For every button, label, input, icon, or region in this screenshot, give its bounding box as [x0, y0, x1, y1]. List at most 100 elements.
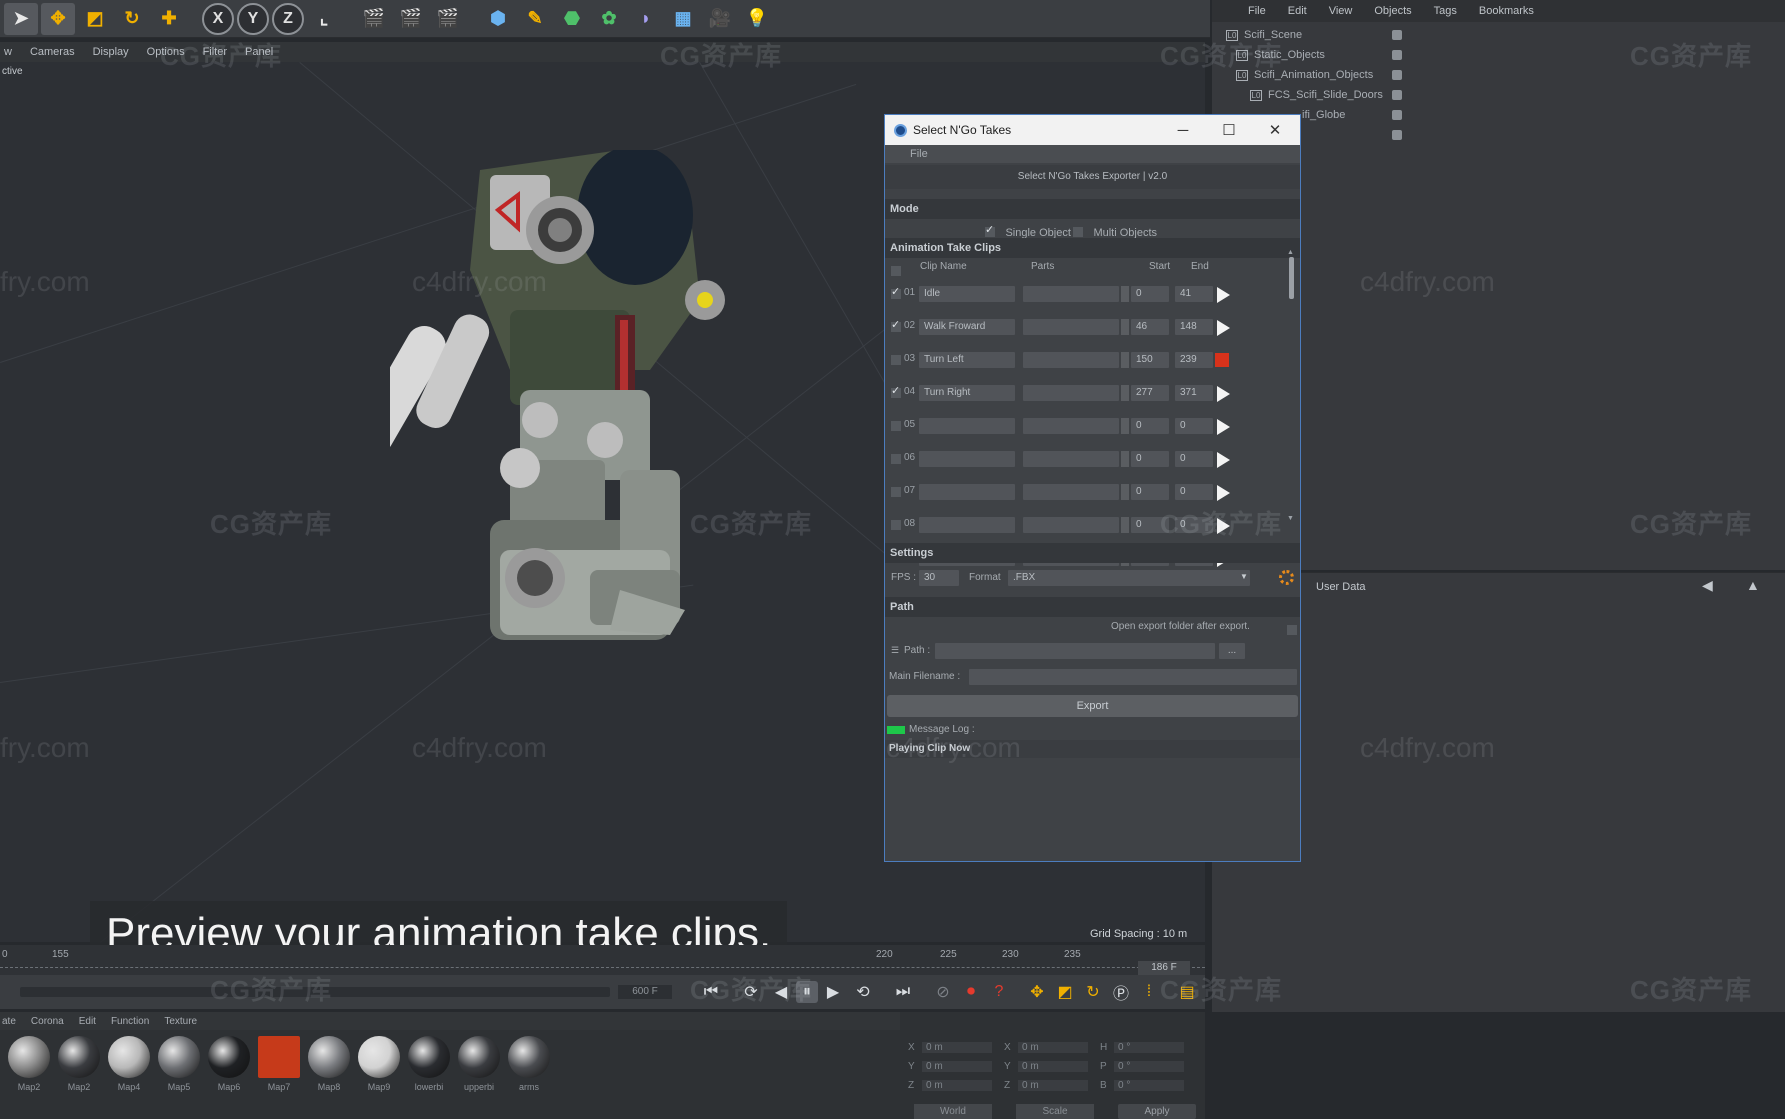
pen-icon[interactable]: ✎ — [518, 3, 552, 35]
up-arrow-icon[interactable]: ▲ — [1746, 577, 1760, 593]
fps-input[interactable]: 30 — [919, 570, 959, 586]
clip-name-input[interactable]: Turn Left — [919, 352, 1015, 368]
axis-y-icon[interactable]: Y — [237, 2, 269, 35]
clip-parts-field[interactable] — [1023, 319, 1119, 335]
mm-menu-corona[interactable]: Corona — [31, 1016, 64, 1027]
clip-name-input[interactable]: Turn Right — [919, 385, 1015, 401]
clip-name-input[interactable]: Walk Froward — [919, 319, 1015, 335]
visibility-dot-icon[interactable] — [1392, 70, 1402, 80]
clip-end-input[interactable]: 371 — [1175, 385, 1213, 401]
material-swatch[interactable] — [358, 1036, 400, 1078]
clip-parts-field[interactable] — [1023, 286, 1119, 302]
om-menu-view[interactable]: View — [1329, 5, 1353, 17]
path-input[interactable] — [935, 643, 1215, 659]
dialog-menu-file[interactable]: File — [910, 148, 928, 160]
go-to-end-icon[interactable]: ⏭ — [892, 981, 914, 1003]
browse-button[interactable]: ... — [1219, 643, 1245, 659]
clip-end-input[interactable]: 239 — [1175, 352, 1213, 368]
light-icon[interactable]: 💡 — [740, 3, 774, 35]
play-button[interactable] — [1217, 452, 1230, 468]
mm-menu-edit[interactable]: Edit — [79, 1016, 96, 1027]
clip-start-input[interactable]: 46 — [1131, 319, 1169, 335]
visibility-dot-icon[interactable] — [1392, 30, 1402, 40]
scale-icon[interactable]: ◩ — [78, 3, 112, 35]
play-button[interactable] — [1217, 419, 1230, 435]
material-swatch[interactable] — [258, 1036, 300, 1078]
coord-value-input[interactable]: 0 m — [1018, 1061, 1088, 1072]
clip-enable-checkbox[interactable] — [891, 520, 901, 530]
material-swatch[interactable] — [308, 1036, 350, 1078]
clip-name-input[interactable]: Idle — [919, 286, 1015, 302]
clip-enable-checkbox[interactable] — [891, 454, 901, 464]
camera-icon[interactable]: 🎥 — [703, 3, 737, 35]
array-icon[interactable]: ✿ — [592, 3, 626, 35]
stop-button[interactable] — [1215, 353, 1229, 367]
coord-value-input[interactable]: 0 m — [922, 1080, 992, 1091]
subdivision-icon[interactable]: ⬣ — [555, 3, 589, 35]
scale-select[interactable]: Scale — [1016, 1104, 1094, 1119]
mm-menu-function[interactable]: Function — [111, 1016, 149, 1027]
render-icon[interactable]: 🎬 — [394, 3, 428, 35]
drag-grip-icon[interactable] — [1121, 286, 1129, 302]
drag-grip-icon[interactable] — [1121, 385, 1129, 401]
clip-start-input[interactable]: 0 — [1131, 418, 1169, 434]
robot-model[interactable] — [390, 150, 810, 730]
clip-parts-field[interactable] — [1023, 352, 1119, 368]
clip-enable-checkbox[interactable] — [891, 355, 901, 365]
clip-end-input[interactable]: 0 — [1175, 418, 1213, 434]
clip-end-input[interactable]: 0 — [1175, 484, 1213, 500]
coord-value-input[interactable]: 0 m — [1018, 1080, 1088, 1091]
drag-grip-icon[interactable] — [1121, 352, 1129, 368]
move-icon[interactable]: ✥ — [41, 2, 75, 35]
maximize-button[interactable]: ☐ — [1206, 115, 1252, 145]
om-menu-bookmarks[interactable]: Bookmarks — [1479, 5, 1534, 17]
axis-z-icon[interactable]: Z — [272, 2, 304, 35]
clip-enable-checkbox[interactable] — [891, 318, 901, 332]
clip-parts-field[interactable] — [1023, 484, 1119, 500]
drag-grip-icon[interactable] — [1121, 484, 1129, 500]
om-menu-tags[interactable]: Tags — [1434, 5, 1457, 17]
coordinate-icon[interactable]: ⌞ — [307, 3, 341, 35]
clip-end-input[interactable]: 41 — [1175, 286, 1213, 302]
coord-value-input[interactable]: 0 ° — [1114, 1061, 1184, 1072]
clip-end-input[interactable]: 148 — [1175, 319, 1213, 335]
visibility-dot-icon[interactable] — [1392, 50, 1402, 60]
material-swatch[interactable] — [458, 1036, 500, 1078]
key-position-icon[interactable]: ✥ — [1026, 981, 1048, 1003]
clip-parts-field[interactable] — [1023, 517, 1119, 533]
play-button[interactable] — [1217, 320, 1230, 336]
autokey-icon[interactable]: ⏺ — [960, 981, 982, 1003]
apply-button[interactable]: Apply — [1118, 1104, 1196, 1119]
mm-menu-texture[interactable]: Texture — [164, 1016, 197, 1027]
material-swatch[interactable] — [408, 1036, 450, 1078]
viewport-menu-cameras[interactable]: Cameras — [30, 46, 75, 58]
keyframe-help-icon[interactable]: ? — [988, 981, 1010, 1003]
material-swatch[interactable] — [158, 1036, 200, 1078]
minimize-button[interactable]: ─ — [1160, 115, 1206, 145]
world-select[interactable]: World — [914, 1104, 992, 1119]
clip-start-input[interactable]: 0 — [1131, 286, 1169, 302]
timeline-ruler[interactable]: 0 155 220 225 230 235 186 F — [0, 945, 1205, 975]
visibility-dot-icon[interactable] — [1392, 110, 1402, 120]
clip-name-input[interactable] — [919, 418, 1015, 434]
drag-grip-icon[interactable] — [1121, 517, 1129, 533]
coord-value-input[interactable]: 0 ° — [1114, 1042, 1184, 1053]
clip-enable-checkbox[interactable] — [891, 285, 901, 299]
multi-objects-checkbox[interactable] — [1073, 226, 1083, 237]
clip-enable-checkbox[interactable] — [891, 384, 901, 398]
settings-gear-icon[interactable] — [1279, 570, 1294, 585]
coord-value-input[interactable]: 0 m — [1018, 1042, 1088, 1053]
play-button[interactable] — [1217, 287, 1230, 303]
mm-menu-create[interactable]: ate — [2, 1016, 16, 1027]
cube-icon[interactable]: ⬢ — [481, 3, 515, 35]
repeat-icon[interactable]: ⟲ — [852, 981, 874, 1003]
play-button[interactable] — [1217, 485, 1230, 501]
viewport-menu-display[interactable]: Display — [93, 46, 129, 58]
open-folder-checkbox[interactable] — [1287, 621, 1297, 639]
clip-enable-checkbox[interactable] — [891, 487, 901, 497]
play-button[interactable] — [1217, 386, 1230, 402]
viewport-menu-view[interactable]: w — [4, 46, 12, 58]
scrollbar-thumb[interactable] — [1289, 257, 1294, 299]
main-filename-input[interactable] — [969, 669, 1297, 685]
key-param-icon[interactable]: Ⓟ — [1110, 981, 1132, 1003]
